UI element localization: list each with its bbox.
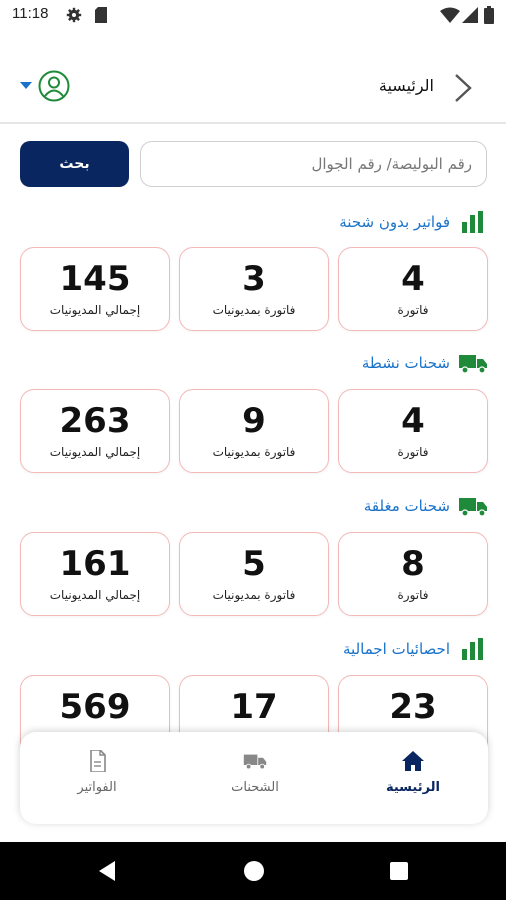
back-triangle-icon[interactable] — [97, 860, 117, 882]
stat-label: فاتورة — [397, 588, 429, 602]
stat-value: 17 — [230, 687, 278, 727]
nav-item-invoices[interactable]: الفواتير — [22, 732, 172, 824]
stat-label: إجمالي المديونيات — [49, 303, 141, 317]
section-label: فواتير بدون شحنة — [339, 213, 450, 231]
stat-label: إجمالي المديونيات — [49, 588, 141, 602]
recent-apps-icon[interactable] — [389, 861, 409, 881]
signal-icon — [462, 7, 478, 23]
search-input[interactable] — [140, 141, 487, 187]
home-circle-icon[interactable] — [243, 860, 265, 882]
truck-icon — [459, 355, 487, 374]
stat-value: 23 — [389, 687, 437, 727]
nav-item-home[interactable]: الرئيسية — [338, 732, 488, 824]
section-label: احصائيات اجمالية — [343, 640, 450, 658]
user-avatar-icon[interactable] — [38, 70, 70, 102]
nav-label: الفواتير — [77, 780, 117, 795]
bar-chart-icon — [462, 211, 483, 233]
stat-value: 8 — [401, 544, 425, 584]
stat-card-total-debts[interactable]: 263 إجمالي المديونيات — [20, 389, 170, 473]
home-icon — [402, 751, 424, 771]
section-title-active-shipments: شحنات نشطة — [362, 350, 488, 376]
stat-value: 263 — [59, 401, 131, 441]
stat-card-invoices-with-debts[interactable]: 9 فاتورة بمديونيات — [179, 389, 329, 473]
invoice-icon — [90, 750, 106, 772]
chevron-right-icon[interactable] — [452, 72, 474, 104]
search-button[interactable]: بحث — [20, 141, 129, 187]
stat-value: 9 — [242, 401, 266, 441]
nav-item-shipments[interactable]: الشحنات — [180, 732, 330, 824]
section-label: شحنات مغلقة — [363, 497, 450, 515]
stat-card-total-debts[interactable]: 145 إجمالي المديونيات — [20, 247, 170, 331]
stat-value: 145 — [59, 259, 131, 299]
stat-value: 5 — [242, 544, 266, 584]
stat-label: فاتورة بمديونيات — [212, 303, 296, 317]
sd-card-icon — [95, 7, 107, 23]
stat-label: فاتورة — [397, 303, 429, 317]
stat-value: 569 — [59, 687, 131, 727]
stat-card-invoices[interactable]: 8 فاتورة — [338, 532, 488, 616]
stat-value: 4 — [401, 259, 425, 299]
app-header: الرئيسية — [0, 32, 506, 124]
stat-label: فاتورة — [397, 445, 429, 459]
truck-icon — [459, 498, 487, 517]
stat-card-total-debts[interactable]: 161 إجمالي المديونيات — [20, 532, 170, 616]
stat-card-invoices-with-debts[interactable]: 3 فاتورة بمديونيات — [179, 247, 329, 331]
caret-down-icon[interactable] — [20, 82, 32, 90]
stat-value: 3 — [242, 259, 266, 299]
stat-label: فاتورة بمديونيات — [212, 445, 296, 459]
nav-label: الشحنات — [231, 780, 279, 795]
section-label: شحنات نشطة — [361, 354, 450, 372]
stat-label: إجمالي المديونيات — [49, 445, 141, 459]
stat-value: 4 — [401, 401, 425, 441]
stat-label: فاتورة بمديونيات — [212, 588, 296, 602]
status-bar: 11:18 — [0, 0, 506, 32]
section-title-overall-statistics: احصائيات اجمالية — [343, 636, 488, 662]
bar-chart-icon — [462, 638, 483, 660]
section-title-invoices-without-shipment: فواتير بدون شحنة — [339, 209, 488, 235]
bottom-navigation: الرئيسية الشحنات الفواتير — [20, 732, 488, 824]
wifi-icon — [440, 7, 460, 23]
page-title: الرئيسية — [378, 76, 434, 95]
stat-card-invoices-with-debts[interactable]: 5 فاتورة بمديونيات — [179, 532, 329, 616]
system-navigation-bar — [0, 842, 506, 900]
stat-value: 161 — [59, 544, 131, 584]
stat-card-invoices[interactable]: 4 فاتورة — [338, 389, 488, 473]
truck-icon — [243, 754, 267, 770]
nav-label: الرئيسية — [385, 780, 441, 795]
status-time: 11:18 — [12, 5, 49, 22]
stat-card-invoices[interactable]: 4 فاتورة — [338, 247, 488, 331]
battery-icon — [484, 6, 494, 24]
settings-gear-icon — [66, 7, 82, 23]
section-title-closed-shipments: شحنات مغلقة — [364, 493, 488, 519]
